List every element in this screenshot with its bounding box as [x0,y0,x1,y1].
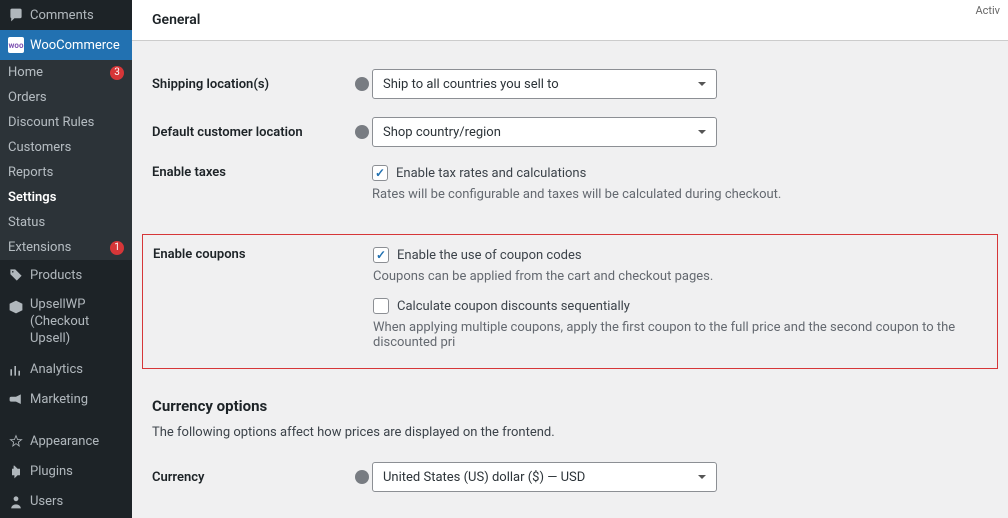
enable-coupons-label: Enable coupons [153,247,353,262]
sidebar-sub-status[interactable]: Status [0,210,132,235]
sequential-coupons-checkbox-label: Calculate coupon discounts sequentially [397,299,630,314]
shipping-location-select[interactable]: Ship to all countries you sell to [372,69,717,99]
sidebar-item-label: Analytics [30,362,124,377]
appearance-icon [8,434,24,450]
sidebar-sub-discount-rules[interactable]: Discount Rules [0,110,132,135]
plugins-icon [8,464,24,480]
sidebar-sub-customers[interactable]: Customers [0,135,132,160]
sequential-coupons-checkbox[interactable] [373,298,389,314]
sidebar-item-label: Products [30,268,124,283]
enable-taxes-checkbox-label: Enable tax rates and calculations [396,166,586,181]
sidebar-item-woocommerce[interactable]: woo WooCommerce [0,30,132,60]
sidebar-item-label: Appearance [30,434,124,449]
sidebar-item-appearance[interactable]: Appearance [0,427,132,457]
home-badge: 3 [110,66,124,80]
woocommerce-icon: woo [8,37,24,53]
sidebar-item-marketing[interactable]: Marketing [0,385,132,415]
enable-taxes-desc: Rates will be configurable and taxes wil… [372,187,988,202]
analytics-icon [8,362,24,378]
sidebar-item-products[interactable]: Products [0,260,132,290]
comments-icon [8,7,24,23]
sidebar-item-label: Plugins [30,464,124,479]
help-icon[interactable]: ? [355,77,369,91]
sidebar-item-label: UpsellWP (Checkout Upsell) [30,297,124,348]
sidebar-item-users[interactable]: Users [0,487,132,517]
currency-select[interactable]: United States (US) dollar ($) — USD [372,462,717,492]
customer-location-label: Default customer location [152,125,352,140]
megaphone-icon [8,392,24,408]
enable-taxes-checkbox[interactable] [372,165,388,181]
sidebar-item-label: Comments [30,8,124,23]
sidebar-item-upsellwp[interactable]: UpsellWP (Checkout Upsell) [0,290,132,355]
currency-label: Currency [152,470,352,485]
enable-coupons-desc: Coupons can be applied from the cart and… [373,269,987,284]
sidebar-sub-reports[interactable]: Reports [0,160,132,185]
extensions-badge: 1 [110,241,124,255]
sidebar-sub-home[interactable]: Home3 [0,60,132,85]
sidebar-sub-orders[interactable]: Orders [0,85,132,110]
shipping-location-label: Shipping location(s) [152,77,352,92]
sidebar-item-label: Users [30,494,124,509]
enable-taxes-label: Enable taxes [152,165,352,180]
users-icon [8,494,24,510]
currency-section-title: Currency options [152,397,988,415]
sequential-coupons-desc: When applying multiple coupons, apply th… [373,320,987,350]
enable-coupons-checkbox-label: Enable the use of coupon codes [397,248,582,263]
sidebar-sub-extensions[interactable]: Extensions1 [0,235,132,260]
page-title: General [152,12,200,28]
sidebar-item-comments[interactable]: Comments [0,0,132,30]
upsellwp-icon [8,299,24,315]
coupons-highlight-box: Enable coupons Enable the use of coupon … [142,234,998,369]
sidebar-item-plugins[interactable]: Plugins [0,457,132,487]
sidebar-sub-settings[interactable]: Settings [0,185,132,210]
sidebar-item-analytics[interactable]: Analytics [0,355,132,385]
customer-location-select[interactable]: Shop country/region [372,117,717,147]
currency-section-desc: The following options affect how prices … [152,425,988,440]
page-header: General Activ [132,0,1008,41]
products-icon [8,267,24,283]
sidebar-item-label: WooCommerce [30,38,124,53]
help-icon[interactable]: ? [355,125,369,139]
enable-coupons-checkbox[interactable] [373,247,389,263]
activate-text: Activ [975,4,1000,17]
sidebar-item-label: Marketing [30,392,124,407]
help-icon[interactable]: ? [355,470,369,484]
